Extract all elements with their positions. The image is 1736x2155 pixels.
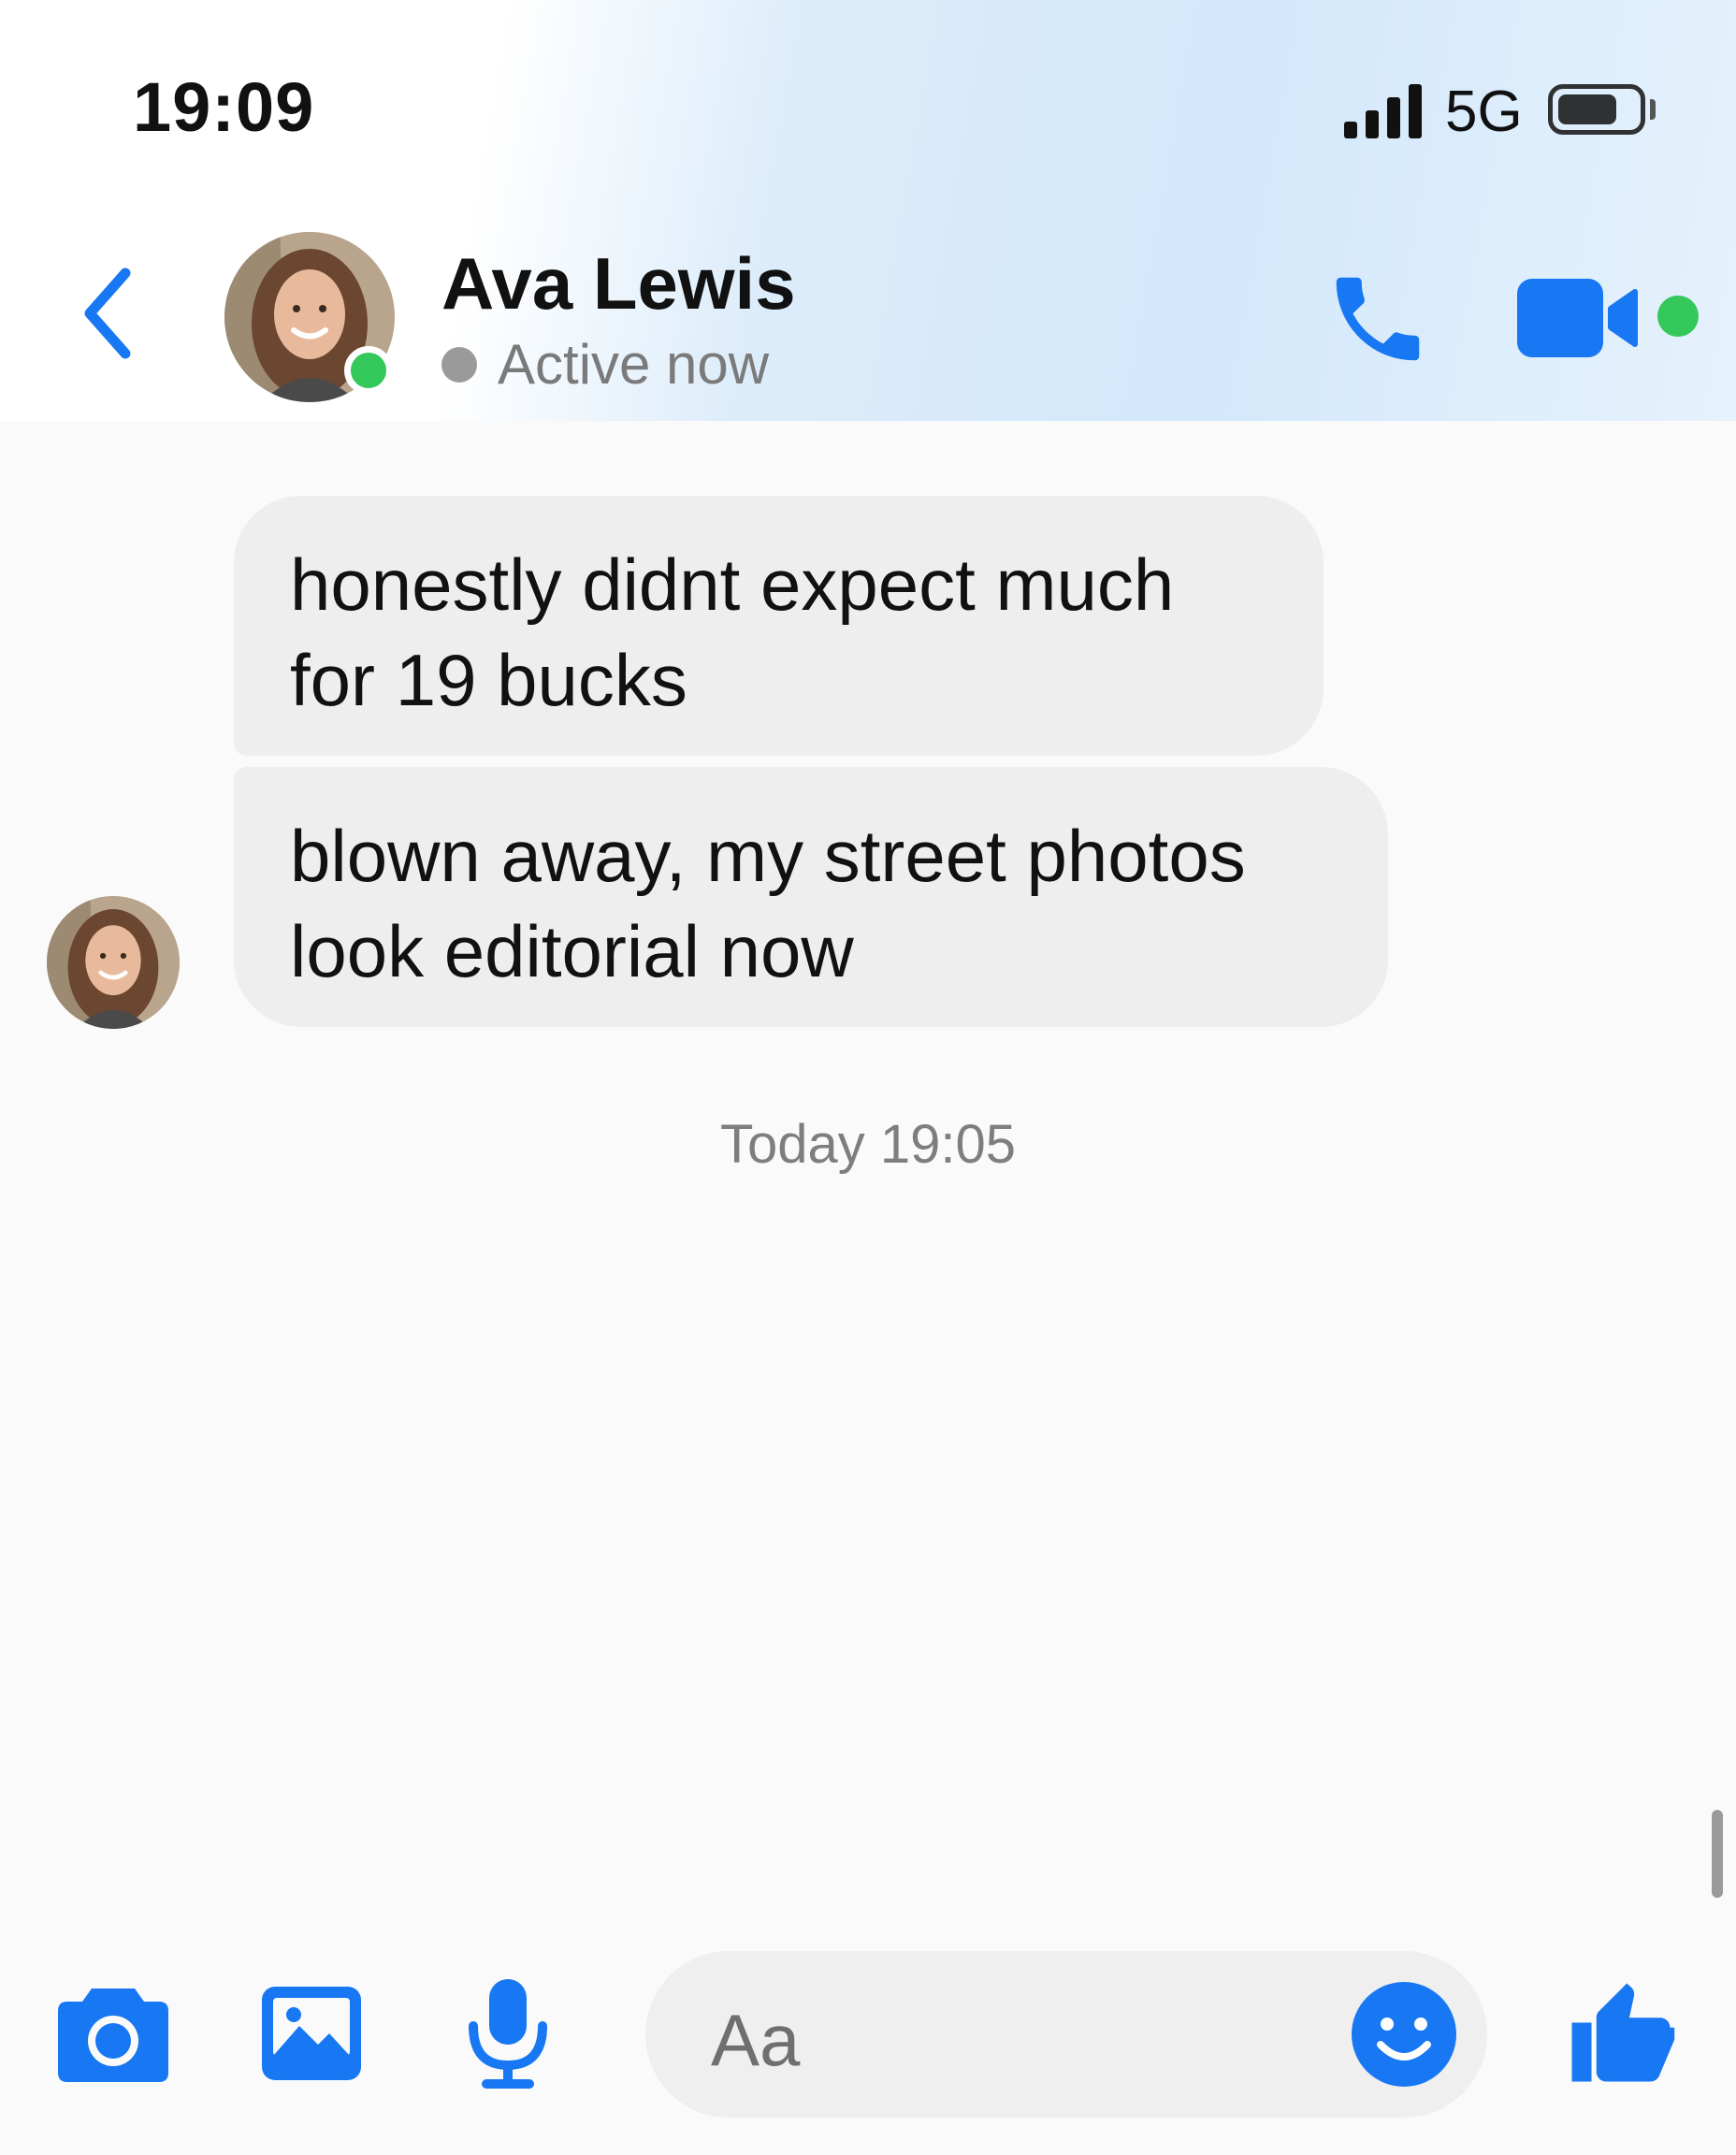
contact-name[interactable]: Ava Lewis [441,241,796,326]
message-bubble[interactable]: honestly didnt expect much for 19 bucks [234,496,1324,756]
sender-avatar[interactable] [47,896,180,1029]
video-camera-icon[interactable] [1515,271,1646,365]
phone-icon[interactable] [1323,264,1433,374]
network-type: 5G [1445,80,1523,144]
thumbs-up-icon[interactable] [1562,1974,1680,2091]
presence-dot [441,346,477,383]
status-time: 19:09 [133,68,315,146]
chevron-left-icon[interactable] [77,262,142,365]
online-indicator [344,346,393,395]
message-input[interactable]: Aa [645,1951,1487,2118]
battery-icon [1548,84,1645,135]
microphone-icon[interactable] [462,1975,554,2090]
scrollbar[interactable] [1712,1810,1723,1898]
message-input-placeholder[interactable]: Aa [711,1998,800,2083]
presence-text: Active now [498,333,770,396]
presence-status: Active now [441,332,769,397]
camera-icon[interactable] [56,1983,170,2084]
active-call-indicator [1657,296,1699,337]
message-timestamp: Today 19:05 [719,1114,1017,1175]
message-bubble[interactable]: blown away, my street photos look editor… [234,767,1388,1027]
smiley-icon[interactable] [1349,1979,1459,2090]
image-icon[interactable] [258,1983,365,2084]
signal-icon [1344,82,1423,138]
battery-tip [1650,99,1656,120]
